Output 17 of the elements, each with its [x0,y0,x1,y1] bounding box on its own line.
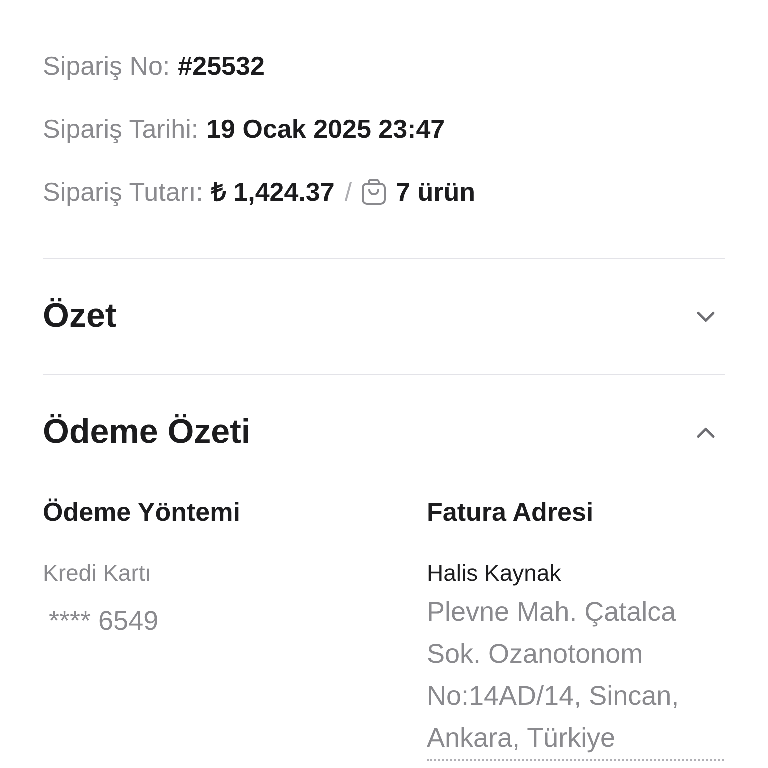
order-info-label: Sipariş No: [43,50,170,82]
billing-name: Halis Kaynak [427,559,562,587]
bag-icon [362,179,386,205]
accordion-header[interactable]: Özet [43,259,725,374]
billing-address: Plevne Mah. Çatalca Sok. Ozanotonom No:14AD/14, Sincan, Ankara, Türkiye [427,596,680,755]
payment-method-name: Kredi Kartı [43,559,152,587]
item-count: 7 ürün [396,176,476,208]
order-info-label: Sipariş Tutarı: [43,176,204,208]
payment-method-heading: Ödeme Yöntemi [43,496,240,528]
separator-slash: / [344,176,352,208]
order-info-value: ₺ 1,424.37 [211,176,335,208]
card-number: **** 6549 [49,605,159,637]
billing-address-heading: Fatura Adresi [427,496,594,528]
order-info-value: #25532 [178,50,265,82]
accordion-header[interactable]: Ödeme Özeti [43,375,725,490]
order-info-label: Sipariş Tarihi: [43,112,199,146]
order-info-value: 19 Ocak 2025 23:47 [206,112,446,146]
